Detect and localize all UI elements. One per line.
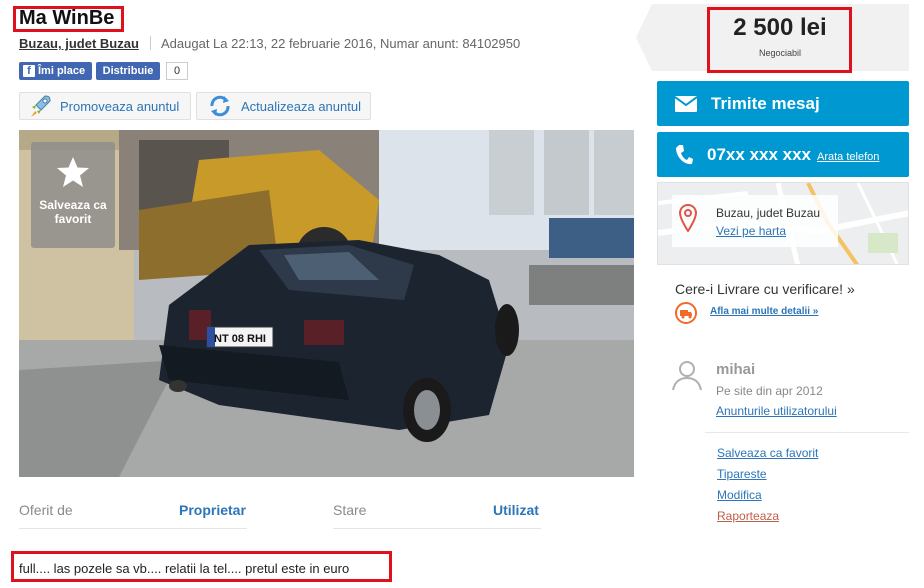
attr-value-offered-by[interactable]: Proprietar [179,502,246,518]
update-ad-button[interactable]: Actualizeaza anuntul [196,92,371,120]
facebook-like-button[interactable]: f Îmi place [19,62,92,80]
attr-divider [333,528,541,529]
location-link[interactable]: Buzau, judet Buzau [19,36,139,51]
attr-label-condition: Stare [333,502,367,518]
attr-label-offered-by: Oferit de [19,502,73,518]
print-link[interactable]: Tipareste [717,467,767,481]
update-ad-label: Actualizeaza anuntul [241,98,361,114]
phone-number: 07xx xxx xxx [707,144,811,164]
sidebar-divider [705,432,909,433]
edit-link[interactable]: Modifica [717,488,762,502]
attr-divider [19,528,247,529]
delivery-details-link[interactable]: Afla mai multe detalii » [710,306,818,317]
map-location-text: Buzau, judet Buzau [716,206,821,220]
delivery-truck-icon [675,302,697,324]
listing-meta: Adaugat La 22:13, 22 februarie 2016, Num… [161,36,521,51]
phone-icon [676,144,693,164]
send-message-button[interactable]: Trimite mesaj [657,81,909,126]
facebook-share-label: Distribuie [102,65,154,77]
view-on-map-link[interactable]: Vezi pe harta [716,224,786,238]
phone-button[interactable]: 07xx xxx xxx Arata telefon [657,132,909,177]
facebook-like-label: Îmi place [38,65,86,77]
license-plate-text: NT 08 RHI [214,333,266,345]
send-message-label: Trimite mesaj [711,93,820,113]
user-ads-link[interactable]: Anunturile utilizatorului [716,404,837,418]
promote-ad-label: Promoveaza anuntul [60,98,180,114]
price-negotiable: Negociabil [758,48,802,58]
show-phone-link[interactable]: Arata telefon [817,151,879,163]
meta-divider [150,36,151,50]
save-favorite-link[interactable]: Salveaza ca favorit [717,446,818,460]
save-favorite-label: Salveaza ca favorit [39,198,107,226]
map-pin-icon [679,204,697,232]
user-member-since: Pe site din apr 2012 [716,384,823,398]
user-avatar-icon [672,361,702,391]
star-icon [57,157,89,187]
price-amount: 2 500 lei [733,14,827,41]
save-favorite-tile[interactable]: Salveaza ca favorit [31,142,115,248]
facebook-share-button[interactable]: Distribuie [96,62,160,80]
listing-title: Ma WinBe [19,7,115,29]
share-count: 0 [166,62,188,80]
promote-ad-button[interactable]: Promoveaza anuntul [19,92,191,120]
envelope-icon [675,95,697,112]
delivery-promo-link[interactable]: Cere-i Livrare cu verificare! » [675,281,855,297]
listing-description: full.... las pozele sa vb.... relatii la… [19,561,350,576]
user-name: mihai [716,361,756,378]
rocket-icon [31,95,51,117]
report-link[interactable]: Raporteaza [717,509,779,523]
refresh-icon [210,95,230,117]
attr-value-condition[interactable]: Utilizat [493,502,539,518]
facebook-icon: f [23,65,35,77]
